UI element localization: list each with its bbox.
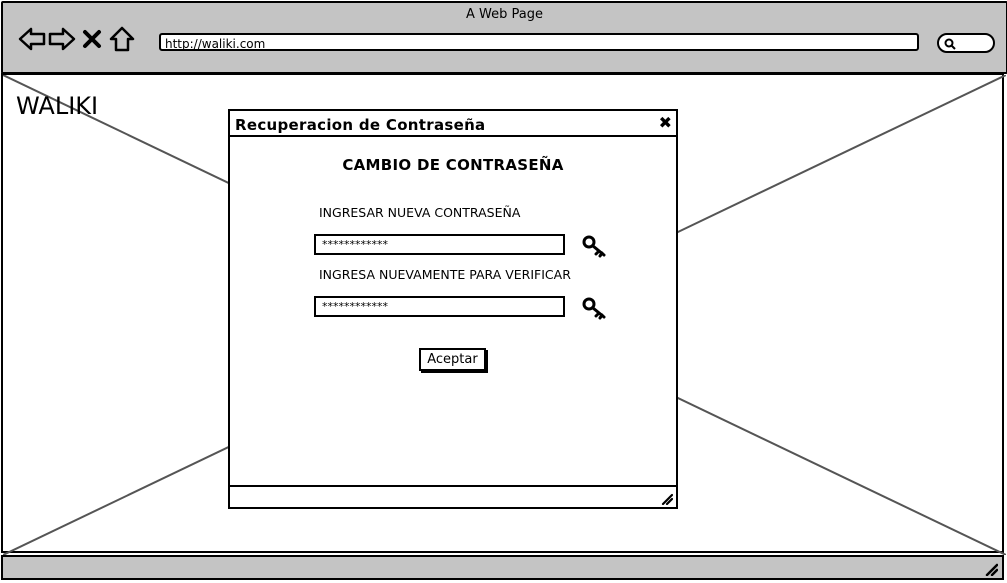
close-icon[interactable] bbox=[77, 25, 107, 53]
dialog-title: Recuperacion de Contraseña bbox=[235, 116, 486, 134]
dialog-close-icon[interactable]: ✖ bbox=[659, 113, 672, 132]
resize-grip-icon[interactable] bbox=[984, 562, 998, 576]
accept-button[interactable]: Aceptar bbox=[419, 348, 486, 371]
browser-toolbar: A Web Page http://waliki.com bbox=[1, 1, 1007, 74]
password-recovery-dialog: Recuperacion de Contraseña ✖ CAMBIO DE C… bbox=[228, 109, 678, 509]
verify-password-input[interactable]: ************ bbox=[314, 296, 565, 317]
site-logo: WALIKI bbox=[16, 92, 99, 120]
new-password-label: INGRESAR NUEVA CONTRASEÑA bbox=[319, 205, 521, 220]
key-icon[interactable] bbox=[582, 234, 608, 258]
search-field[interactable] bbox=[937, 33, 995, 53]
search-icon bbox=[944, 38, 956, 50]
dialog-header: Recuperacion de Contraseña ✖ bbox=[230, 111, 676, 137]
dialog-footer bbox=[230, 485, 676, 507]
address-bar[interactable]: http://waliki.com bbox=[159, 33, 919, 51]
forward-icon[interactable] bbox=[47, 25, 77, 53]
verify-password-label: INGRESA NUEVAMENTE PARA VERIFICAR bbox=[319, 267, 571, 282]
resize-grip-icon[interactable] bbox=[661, 493, 673, 505]
window-title: A Web Page bbox=[466, 7, 543, 22]
home-icon[interactable] bbox=[107, 25, 137, 53]
new-password-input[interactable]: ************ bbox=[314, 234, 565, 255]
key-icon[interactable] bbox=[582, 296, 608, 320]
back-icon[interactable] bbox=[17, 25, 47, 53]
status-bar bbox=[1, 555, 1004, 580]
browser-window: A Web Page http://waliki.com WALIKI Recu… bbox=[0, 0, 1007, 583]
dialog-heading: CAMBIO DE CONTRASEÑA bbox=[342, 156, 564, 174]
